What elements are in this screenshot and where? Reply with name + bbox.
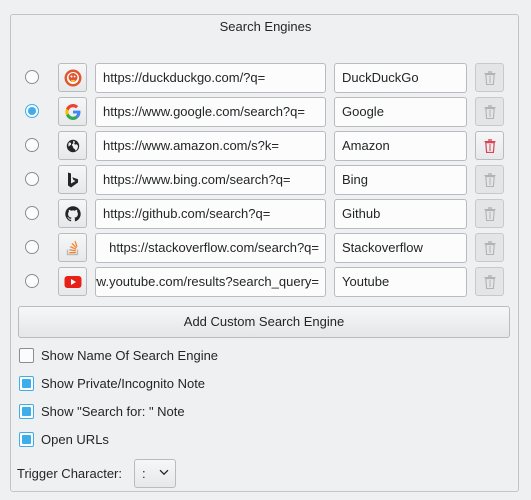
engine-url-text: https://stackoverflow.com/search?q= <box>109 240 319 255</box>
engine-url-input[interactable]: https://www.bing.com/search?q= <box>95 165 326 195</box>
trash-icon <box>484 172 495 187</box>
engine-icon-button[interactable] <box>58 267 87 296</box>
checkbox[interactable] <box>19 376 34 391</box>
engine-icon-button[interactable] <box>58 97 87 126</box>
delete-engine-button[interactable] <box>475 233 504 262</box>
engine-url-input[interactable]: https://www.youtube.com/results?search_q… <box>95 267 326 297</box>
engine-row-duckduckgo: https://duckduckgo.com/?q= DuckDuckGo <box>0 63 531 93</box>
engine-name-input[interactable]: Amazon <box>334 131 467 161</box>
delete-engine-button[interactable] <box>475 267 504 296</box>
group-title: Search Engines <box>219 19 312 34</box>
engine-url-text: https://www.amazon.com/s?k= <box>103 138 279 153</box>
engine-row-bing: https://www.bing.com/search?q= Bing <box>0 165 531 195</box>
engine-row-github: https://github.com/search?q= Github <box>0 199 531 229</box>
checkbox[interactable] <box>19 348 34 363</box>
delete-engine-button[interactable] <box>475 63 504 92</box>
delete-engine-button[interactable] <box>475 131 504 160</box>
engine-radio[interactable] <box>25 206 39 220</box>
youtube-icon <box>64 275 81 288</box>
engine-name-input[interactable]: Google <box>334 97 467 127</box>
delete-engine-button[interactable] <box>475 199 504 228</box>
engine-icon-button[interactable] <box>58 199 87 228</box>
engine-icon-button[interactable] <box>58 63 87 92</box>
engine-radio[interactable] <box>25 240 39 254</box>
stackoverflow-icon <box>66 240 78 255</box>
trash-icon <box>484 206 495 221</box>
chevron-down-icon <box>159 469 169 476</box>
engine-radio[interactable] <box>25 274 39 288</box>
option-label: Show Name Of Search Engine <box>41 348 219 363</box>
engine-radio[interactable] <box>25 70 39 84</box>
engine-url-input[interactable]: https://www.amazon.com/s?k= <box>95 131 326 161</box>
engine-icon-button[interactable] <box>58 233 87 262</box>
engine-name-input[interactable]: Youtube <box>334 267 467 297</box>
trigger-character-value: : <box>142 466 146 481</box>
checkbox[interactable] <box>19 432 34 447</box>
option-label: Show "Search for: " Note <box>41 404 185 419</box>
engine-radio[interactable] <box>25 138 39 152</box>
delete-engine-button[interactable] <box>475 97 504 126</box>
trigger-character-select[interactable]: : <box>134 459 176 488</box>
duckduckgo-icon <box>64 69 81 86</box>
checkbox[interactable] <box>19 404 34 419</box>
engine-url-input[interactable]: https://www.google.com/search?q= <box>95 97 326 127</box>
engine-url-text: https://github.com/search?q= <box>103 206 271 221</box>
option-label: Open URLs <box>41 432 109 447</box>
engine-name-input[interactable]: Stackoverflow <box>334 233 467 263</box>
engine-radio[interactable] <box>25 104 39 118</box>
github-icon <box>64 205 81 221</box>
engine-row-youtube: https://www.youtube.com/results?search_q… <box>0 267 531 297</box>
engine-name-input[interactable]: DuckDuckGo <box>334 63 467 93</box>
add-custom-search-engine-button[interactable]: Add Custom Search Engine <box>18 306 510 338</box>
engine-url-text: https://www.bing.com/search?q= <box>103 172 291 187</box>
trash-icon <box>484 104 495 119</box>
engine-row-google: https://www.google.com/search?q= Google <box>0 97 531 127</box>
engine-row-amazon: https://www.amazon.com/s?k= Amazon <box>0 131 531 161</box>
engine-radio[interactable] <box>25 172 39 186</box>
engine-url-input[interactable]: https://duckduckgo.com/?q= <box>95 63 326 93</box>
engine-url-text: https://www.google.com/search?q= <box>103 104 305 119</box>
bing-icon <box>67 172 78 187</box>
globe-icon <box>66 139 79 152</box>
google-icon <box>64 103 80 120</box>
engine-row-stackoverflow: https://stackoverflow.com/search?q= Stac… <box>0 233 531 263</box>
delete-engine-button[interactable] <box>475 165 504 194</box>
trash-icon <box>484 70 495 85</box>
option-label: Show Private/Incognito Note <box>41 376 206 391</box>
engine-url-input[interactable]: https://stackoverflow.com/search?q= <box>95 233 326 263</box>
trigger-character-label: Trigger Character: <box>17 466 122 481</box>
engine-name-input[interactable]: Bing <box>334 165 467 195</box>
engine-icon-button[interactable] <box>58 165 87 194</box>
trash-icon <box>484 274 495 289</box>
trash-icon <box>484 240 495 255</box>
trash-icon <box>484 138 495 153</box>
engine-url-text: https://duckduckgo.com/?q= <box>103 70 266 85</box>
engine-icon-button[interactable] <box>58 131 87 160</box>
engine-name-input[interactable]: Github <box>334 199 467 229</box>
engine-url-input[interactable]: https://github.com/search?q= <box>95 199 326 229</box>
engine-url-text: https://www.youtube.com/results?search_q… <box>96 274 319 289</box>
